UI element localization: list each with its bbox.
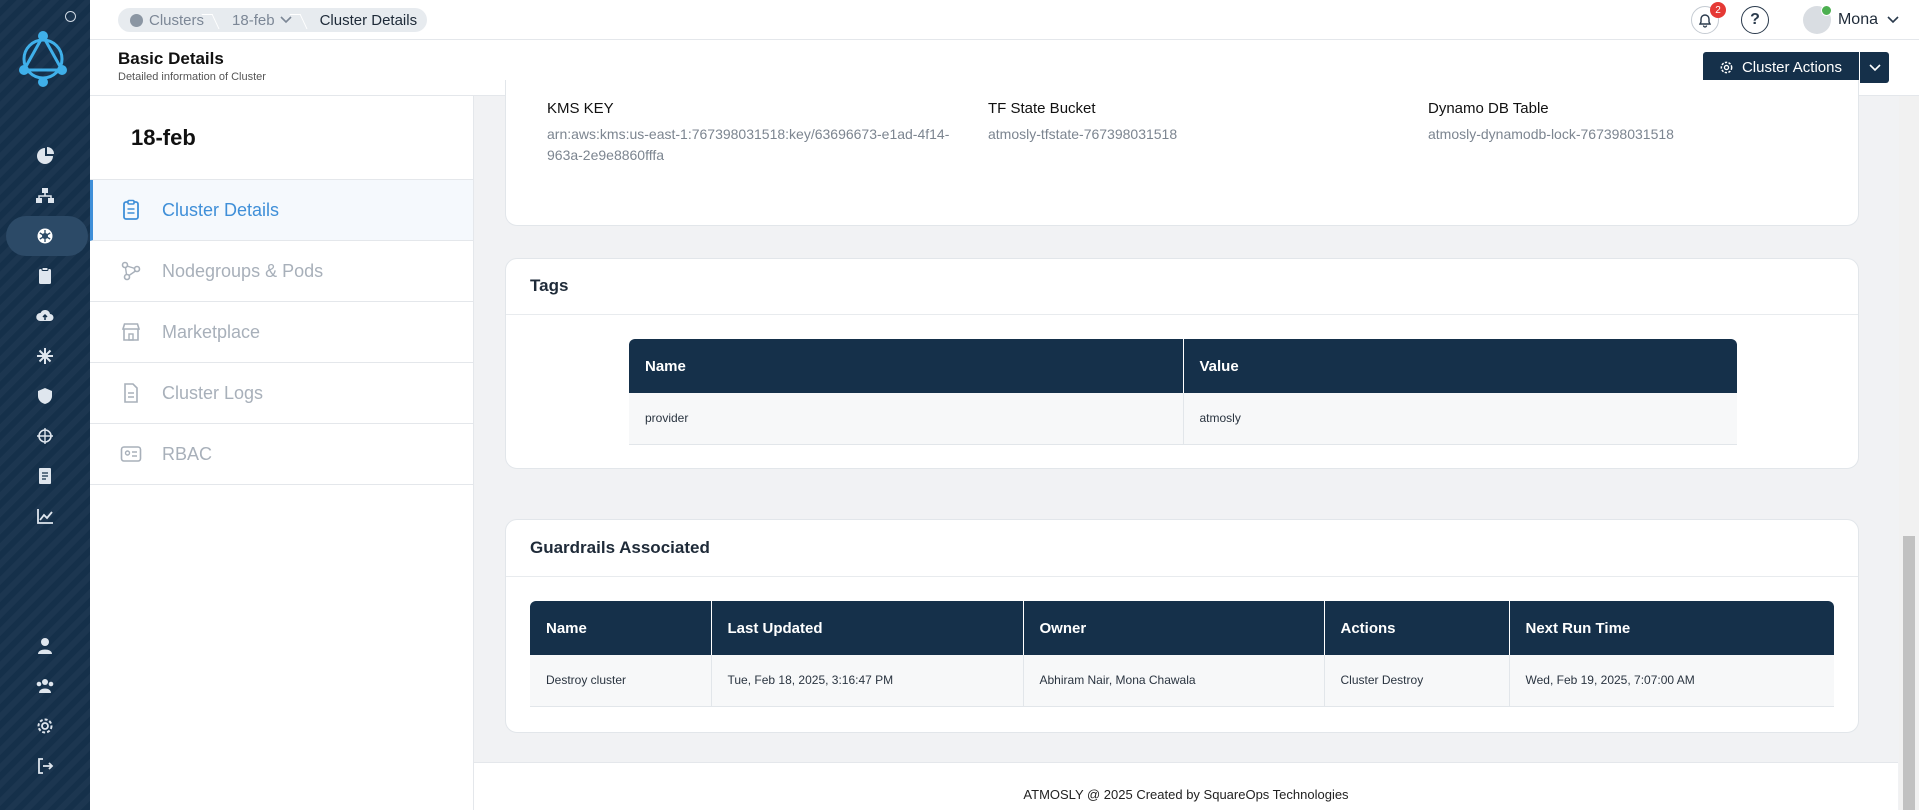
page-subtitle: Detailed information of Cluster	[118, 71, 266, 83]
user-name: Mona	[1837, 11, 1878, 28]
tags-card: Tags Name Value provider atmosly	[505, 258, 1859, 469]
footer: ATMOSLY @ 2025 Created by SquareOps Tech…	[474, 762, 1898, 810]
sidebar-item-cluster-details[interactable]: Cluster Details	[90, 180, 473, 241]
top-bar: Clusters 18-feb Cluster Details 2 ? Mona	[90, 0, 1919, 40]
nav-dashboard-icon[interactable]	[0, 136, 90, 176]
nav-kubernetes-icon[interactable]	[0, 216, 90, 256]
sidebar-item-marketplace[interactable]: Marketplace	[90, 302, 473, 363]
nav-security-icon[interactable]	[0, 376, 90, 416]
column-header-owner: Owner	[1023, 601, 1325, 655]
guardrail-next-run-cell: Wed, Feb 19, 2025, 7:07:00 AM	[1509, 655, 1834, 707]
column-header-next-run-time: Next Run Time	[1509, 601, 1834, 655]
guardrail-actions-cell: Cluster Destroy	[1324, 655, 1510, 707]
tf-state-bucket-value: atmosly-tfstate-767398031518	[988, 126, 1178, 142]
sidebar-item-cluster-logs[interactable]: Cluster Logs	[90, 363, 473, 424]
breadcrumb-clusters[interactable]: Clusters	[126, 12, 218, 29]
cluster-menu: Cluster Details Nodegroups & Pods Market…	[90, 179, 473, 485]
store-icon	[121, 323, 141, 341]
tag-value-cell: atmosly	[1183, 393, 1737, 445]
column-header-value: Value	[1183, 339, 1737, 393]
gear-icon	[1720, 61, 1733, 74]
nav-team-icon[interactable]	[0, 666, 90, 706]
sidebar-item-nodegroups-pods[interactable]: Nodegroups & Pods	[90, 241, 473, 302]
breadcrumb-cluster-select[interactable]: 18-feb	[218, 12, 306, 29]
nav-user-icon[interactable]	[0, 626, 90, 666]
help-button[interactable]: ?	[1740, 6, 1769, 34]
breadcrumb-current: Cluster Details	[319, 11, 418, 29]
divider	[506, 314, 1858, 315]
column-header-actions: Actions	[1324, 601, 1510, 655]
table-row: Destroy cluster Tue, Feb 18, 2025, 3:16:…	[530, 655, 1834, 707]
breadcrumb: Clusters 18-feb Cluster Details	[118, 8, 428, 32]
divider	[506, 576, 1858, 577]
cluster-actions-group: Cluster Actions	[1702, 52, 1889, 83]
question-icon: ?	[1750, 11, 1760, 28]
nav-network-icon[interactable]	[0, 176, 90, 216]
page-title: Basic Details	[118, 49, 224, 68]
guardrails-card: Guardrails Associated Name Last Updated …	[505, 519, 1859, 733]
guardrail-owner-cell: Abhiram Nair, Mona Chawala	[1023, 655, 1325, 707]
table-row: provider atmosly	[629, 393, 1737, 445]
app-rail	[0, 0, 90, 810]
chevron-down-icon	[1887, 16, 1899, 24]
guardrails-title: Guardrails Associated	[530, 538, 710, 557]
dynamo-db-table-value: atmosly-dynamodb-lock-767398031518	[1428, 126, 1674, 142]
nav-settings-icon[interactable]	[0, 706, 90, 746]
sidebar-item-rbac[interactable]: RBAC	[90, 424, 473, 485]
cluster-actions-button[interactable]: Cluster Actions	[1702, 52, 1859, 83]
kms-key-value: arn:aws:kms:us-east-1:767398031518:key/6…	[547, 126, 950, 163]
chevron-down-icon	[1868, 63, 1881, 71]
nav-helm-icon[interactable]	[0, 416, 90, 456]
tf-state-bucket-label: TF State Bucket	[988, 100, 1096, 117]
dynamo-db-table-label: Dynamo DB Table	[1428, 100, 1549, 117]
tags-title: Tags	[530, 276, 569, 295]
notification-count-badge: 2	[1709, 2, 1726, 18]
kms-key-label: KMS KEY	[547, 100, 614, 117]
cluster-details-card: KMS KEY arn:aws:kms:us-east-1:7673980315…	[505, 80, 1859, 226]
nav-logout-icon[interactable]	[0, 746, 90, 786]
guardrails-table: Name Last Updated Owner Actions Next Run…	[530, 601, 1834, 707]
avatar	[1802, 5, 1832, 34]
clipboard-icon	[123, 199, 139, 220]
cluster-icon	[130, 13, 143, 27]
user-menu[interactable]: Mona	[1802, 5, 1899, 34]
column-header-name: Name	[629, 339, 1184, 393]
notifications-button[interactable]: 2	[1690, 2, 1726, 34]
nav-integrations-icon[interactable]	[0, 336, 90, 376]
nav-reports-icon[interactable]	[0, 456, 90, 496]
chevron-down-icon	[279, 16, 292, 24]
id-card-icon	[120, 446, 142, 462]
cluster-actions-dropdown[interactable]	[1859, 52, 1889, 83]
nav-cloud-upload-icon[interactable]	[0, 296, 90, 336]
scrollbar-thumb[interactable]	[1903, 536, 1915, 810]
nav-analytics-icon[interactable]	[0, 496, 90, 536]
guardrail-last-updated-cell: Tue, Feb 18, 2025, 3:16:47 PM	[711, 655, 1024, 707]
column-header-name: Name	[530, 601, 712, 655]
tags-table: Name Value provider atmosly	[629, 339, 1737, 445]
cluster-name: 18-feb	[131, 125, 196, 150]
column-header-last-updated: Last Updated	[711, 601, 1024, 655]
document-icon	[124, 383, 138, 403]
scrollbar[interactable]	[1899, 96, 1919, 810]
footer-text: ATMOSLY @ 2025 Created by SquareOps Tech…	[1023, 787, 1349, 802]
atmosly-logo[interactable]	[12, 28, 74, 90]
status-dot	[65, 11, 76, 22]
tag-name-cell: provider	[629, 393, 1184, 445]
nodes-icon	[121, 261, 141, 281]
nav-clipboard-icon[interactable]	[0, 256, 90, 296]
cluster-sidebar: 18-feb Cluster Details Nodegroups & Pods…	[90, 96, 474, 810]
guardrail-name-cell: Destroy cluster	[530, 655, 712, 707]
